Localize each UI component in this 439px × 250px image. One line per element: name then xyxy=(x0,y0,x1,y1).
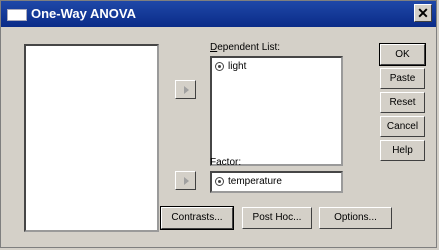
arrow-right-icon xyxy=(184,177,189,185)
close-icon: ✕ xyxy=(417,5,429,21)
move-to-factor-button[interactable] xyxy=(175,171,196,190)
close-button[interactable]: ✕ xyxy=(414,4,432,22)
cancel-button[interactable]: Cancel xyxy=(380,116,425,137)
paste-button[interactable]: Paste xyxy=(380,68,425,89)
window-icon xyxy=(7,9,27,21)
scale-variable-icon xyxy=(215,177,224,186)
options-button[interactable]: Options... xyxy=(319,207,392,229)
factor-field[interactable]: temperature xyxy=(210,171,343,193)
arrow-right-icon xyxy=(184,86,189,94)
source-variable-list[interactable] xyxy=(24,44,159,232)
factor-label: Factor: xyxy=(210,157,242,168)
post-hoc-button[interactable]: Post Hoc... xyxy=(242,207,312,229)
help-button[interactable]: Help xyxy=(380,140,425,161)
factor-item-label: temperature xyxy=(228,176,282,187)
contrasts-button[interactable]: Contrasts... xyxy=(160,206,234,230)
factor-item[interactable]: temperature xyxy=(215,176,282,187)
list-item[interactable]: light xyxy=(215,61,246,72)
dependent-item-label: light xyxy=(228,61,247,72)
title-bar[interactable]: One-Way ANOVA ✕ xyxy=(1,1,436,27)
ok-button[interactable]: OK xyxy=(379,43,426,66)
one-way-anova-dialog: One-Way ANOVA ✕ Dependent List: light Fa… xyxy=(0,0,437,248)
scale-variable-icon xyxy=(215,62,224,71)
dependent-list-label: Dependent List: xyxy=(210,42,281,53)
reset-button[interactable]: Reset xyxy=(380,92,425,113)
dependent-list[interactable]: light xyxy=(210,56,343,166)
window-title: One-Way ANOVA xyxy=(31,6,136,21)
move-to-dependent-button[interactable] xyxy=(175,80,196,99)
